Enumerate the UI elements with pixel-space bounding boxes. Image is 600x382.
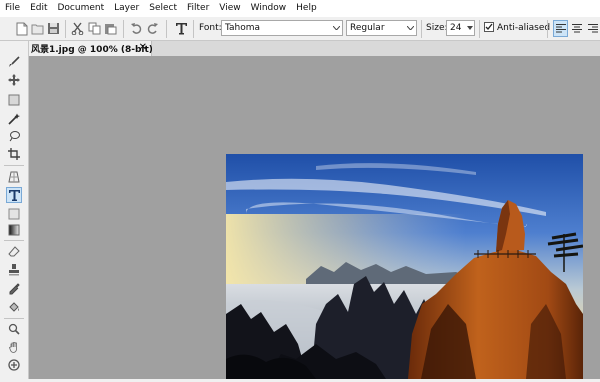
align-right-icon[interactable] [585, 20, 600, 37]
stamp-icon[interactable] [6, 262, 22, 278]
fill-icon[interactable] [6, 299, 22, 315]
align-left-icon[interactable] [553, 20, 568, 37]
chevron-down-icon [404, 21, 416, 35]
toolbar: Font: Tahoma Regular Size: 24 Anti-alias… [0, 17, 600, 41]
font-label: Font: [199, 23, 222, 33]
font-value: Tahoma [225, 23, 261, 33]
tools-separator [4, 318, 24, 319]
menu-document[interactable]: Document [53, 0, 110, 17]
antialias-checkbox[interactable] [484, 22, 494, 32]
rectangle-select-icon[interactable] [6, 92, 22, 108]
font-select[interactable]: Tahoma [221, 20, 343, 36]
tools-panel [0, 41, 29, 379]
perspective-icon[interactable] [6, 169, 22, 185]
toolbar-separator [166, 20, 167, 38]
move-icon[interactable] [6, 72, 22, 88]
menu-filter[interactable]: Filter [182, 0, 214, 17]
text-tool-icon[interactable] [174, 21, 189, 36]
document-tab-title: 风景1.jpg @ 100% (8-bit) [31, 45, 153, 55]
paste-icon[interactable] [103, 21, 118, 36]
toolbar-separator [65, 20, 66, 38]
close-icon[interactable]: ✕ [139, 42, 147, 53]
redo-icon[interactable] [145, 21, 160, 36]
gradient-icon[interactable] [6, 222, 22, 238]
hand-icon[interactable] [6, 339, 22, 355]
tools-separator [4, 240, 24, 241]
menu-layer[interactable]: Layer [109, 0, 144, 17]
toolbar-separator [123, 20, 124, 38]
document-image[interactable] [226, 154, 584, 379]
toolbar-separator [421, 20, 422, 38]
toolbar-separator [479, 20, 480, 38]
menu-select[interactable]: Select [144, 0, 182, 17]
menu-edit[interactable]: Edit [25, 0, 52, 17]
toolbar-separator [547, 20, 548, 38]
magic-wand-icon[interactable] [6, 111, 22, 127]
font-style-value: Regular [350, 23, 385, 33]
shape-icon[interactable] [6, 206, 22, 222]
text-icon[interactable] [6, 187, 22, 203]
heal-icon[interactable] [6, 357, 22, 373]
lasso-icon[interactable] [6, 128, 22, 144]
undo-icon[interactable] [129, 21, 144, 36]
eyedropper-icon[interactable] [6, 281, 22, 297]
antialias-label: Anti-aliased [497, 23, 551, 33]
eraser-icon[interactable] [6, 244, 22, 260]
font-size-select[interactable]: 24 [446, 20, 475, 36]
size-label: Size: [426, 23, 448, 33]
brush-icon[interactable] [6, 54, 22, 70]
menu-view[interactable]: View [214, 0, 245, 17]
save-icon[interactable] [46, 21, 61, 36]
menu-file[interactable]: File [0, 0, 25, 17]
chevron-down-icon [465, 21, 474, 35]
toolbar-separator [193, 20, 194, 38]
font-style-select[interactable]: Regular [346, 20, 417, 36]
cut-icon[interactable] [70, 21, 85, 36]
copy-icon[interactable] [87, 21, 102, 36]
document-tab[interactable]: 风景1.jpg @ 100% (8-bit) ✕ [29, 41, 153, 56]
tools-separator [4, 165, 24, 166]
menu-window[interactable]: Window [246, 0, 292, 17]
font-size-value: 24 [450, 23, 462, 33]
new-file-icon[interactable] [14, 21, 29, 36]
menu-bar: File Edit Document Layer Select Filter V… [0, 0, 600, 17]
align-center-icon[interactable] [569, 20, 584, 37]
crop-icon[interactable] [6, 146, 22, 162]
zoom-icon[interactable] [6, 321, 22, 337]
chevron-down-icon [330, 21, 342, 35]
open-file-icon[interactable] [30, 21, 45, 36]
menu-help[interactable]: Help [291, 0, 322, 17]
tab-strip-background [152, 41, 600, 56]
